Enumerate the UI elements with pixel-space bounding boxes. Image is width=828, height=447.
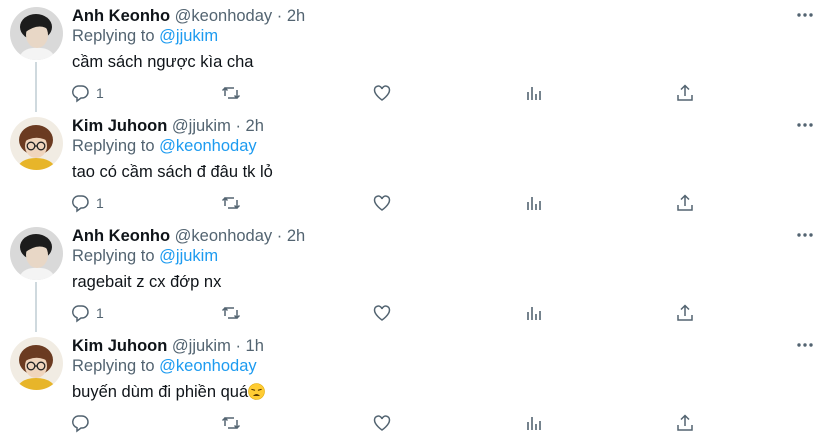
reply-tweet[interactable]: Anh Keonho @keonhoday · 2h Replying to @… bbox=[0, 0, 828, 110]
separator-dot: · bbox=[235, 337, 241, 355]
reply-icon bbox=[71, 415, 89, 433]
views-button[interactable] bbox=[524, 192, 544, 214]
reply-button[interactable]: 1 bbox=[70, 82, 104, 104]
timestamp[interactable]: 2h bbox=[287, 227, 305, 245]
replying-label: Replying to bbox=[72, 247, 155, 265]
retweet-icon bbox=[221, 86, 241, 100]
tweet-text: tao có cầm sách đ đâu tk lỏ bbox=[72, 163, 273, 181]
replying-label: Replying to bbox=[72, 357, 155, 375]
replying-to: Replying to @jjukim bbox=[72, 247, 218, 266]
share-button[interactable] bbox=[675, 302, 695, 324]
avatar[interactable] bbox=[10, 117, 63, 170]
reply-tweet[interactable]: Kim Juhoon @jjukim · 1h Replying to @keo… bbox=[0, 330, 828, 440]
heart-icon bbox=[373, 415, 391, 431]
display-name[interactable]: Kim Juhoon bbox=[72, 337, 167, 355]
retweet-button[interactable] bbox=[221, 302, 241, 324]
like-button[interactable] bbox=[372, 192, 392, 214]
user-handle[interactable]: @keonhoday bbox=[175, 7, 273, 25]
replying-handle[interactable]: @jjukim bbox=[159, 247, 218, 265]
display-name[interactable]: Anh Keonho bbox=[72, 227, 170, 245]
tweet-text: buyến dùm đi phiền quá bbox=[72, 383, 265, 402]
share-icon bbox=[677, 304, 693, 321]
more-icon[interactable] bbox=[796, 116, 814, 134]
replying-to: Replying to @jjukim bbox=[72, 27, 218, 46]
share-button[interactable] bbox=[675, 82, 695, 104]
weary-face-emoji bbox=[248, 383, 265, 400]
replying-label: Replying to bbox=[72, 137, 155, 155]
tweet-header: Anh Keonho @keonhoday · 2h bbox=[72, 7, 305, 26]
tweet-header: Kim Juhoon @jjukim · 1h bbox=[72, 337, 264, 356]
retweet-icon bbox=[221, 196, 241, 210]
retweet-button[interactable] bbox=[221, 82, 241, 104]
replying-to: Replying to @keonhoday bbox=[72, 357, 257, 376]
views-button[interactable] bbox=[524, 82, 544, 104]
retweet-button[interactable] bbox=[221, 192, 241, 214]
retweet-button[interactable] bbox=[221, 412, 241, 434]
action-bar: 1 bbox=[0, 302, 828, 324]
replying-handle[interactable]: @keonhoday bbox=[159, 357, 257, 375]
timestamp[interactable]: 1h bbox=[246, 337, 264, 355]
tweet-text: cầm sách ngược kìa cha bbox=[72, 53, 254, 71]
tweet-header: Anh Keonho @keonhoday · 2h bbox=[72, 227, 305, 246]
display-name[interactable]: Anh Keonho bbox=[72, 7, 170, 25]
tweet-text: ragebait z cx đớp nx bbox=[72, 273, 222, 291]
views-icon bbox=[527, 87, 541, 100]
replying-label: Replying to bbox=[72, 27, 155, 45]
reply-count: 1 bbox=[96, 85, 104, 101]
avatar[interactable] bbox=[10, 337, 63, 390]
separator-dot: · bbox=[276, 7, 283, 25]
replying-handle[interactable]: @jjukim bbox=[159, 27, 218, 45]
like-button[interactable] bbox=[372, 82, 392, 104]
retweet-icon bbox=[221, 306, 241, 320]
heart-icon bbox=[373, 195, 391, 211]
reply-count: 1 bbox=[96, 195, 104, 211]
reply-button[interactable] bbox=[70, 412, 96, 434]
tweet-header: Kim Juhoon @jjukim · 2h bbox=[72, 117, 264, 136]
views-button[interactable] bbox=[524, 412, 544, 434]
like-button[interactable] bbox=[372, 412, 392, 434]
user-handle[interactable]: @jjukim bbox=[172, 117, 231, 135]
avatar[interactable] bbox=[10, 227, 63, 280]
action-bar: 1 bbox=[0, 192, 828, 214]
timestamp[interactable]: 2h bbox=[287, 7, 305, 25]
replying-handle[interactable]: @keonhoday bbox=[159, 137, 257, 155]
views-button[interactable] bbox=[524, 302, 544, 324]
action-bar: 1 bbox=[0, 82, 828, 104]
share-icon bbox=[677, 414, 693, 431]
reply-count: 1 bbox=[96, 305, 104, 321]
heart-icon bbox=[373, 305, 391, 321]
avatar[interactable] bbox=[10, 7, 63, 60]
retweet-icon bbox=[221, 416, 241, 430]
share-button[interactable] bbox=[675, 192, 695, 214]
more-icon[interactable] bbox=[796, 336, 814, 354]
more-icon[interactable] bbox=[796, 6, 814, 24]
like-button[interactable] bbox=[372, 302, 392, 324]
reply-icon bbox=[71, 85, 89, 103]
separator-dot: · bbox=[276, 227, 283, 245]
reply-tweet[interactable]: Kim Juhoon @jjukim · 2h Replying to @keo… bbox=[0, 110, 828, 220]
share-icon bbox=[677, 84, 693, 101]
separator-dot: · bbox=[235, 117, 241, 135]
reply-button[interactable]: 1 bbox=[70, 302, 104, 324]
action-bar bbox=[0, 412, 828, 434]
share-button[interactable] bbox=[675, 412, 695, 434]
more-icon[interactable] bbox=[796, 226, 814, 244]
reply-icon bbox=[71, 195, 89, 213]
replying-to: Replying to @keonhoday bbox=[72, 137, 257, 156]
reply-icon bbox=[71, 305, 89, 323]
heart-icon bbox=[373, 85, 391, 101]
reply-tweet[interactable]: Anh Keonho @keonhoday · 2h Replying to @… bbox=[0, 220, 828, 330]
reply-button[interactable]: 1 bbox=[70, 192, 104, 214]
timestamp[interactable]: 2h bbox=[246, 117, 264, 135]
views-icon bbox=[527, 417, 541, 430]
tweet-text-content: buyến dùm đi phiền quá bbox=[72, 383, 249, 401]
share-icon bbox=[677, 194, 693, 211]
user-handle[interactable]: @keonhoday bbox=[175, 227, 273, 245]
views-icon bbox=[527, 307, 541, 320]
user-handle[interactable]: @jjukim bbox=[172, 337, 231, 355]
display-name[interactable]: Kim Juhoon bbox=[72, 117, 167, 135]
views-icon bbox=[527, 197, 541, 210]
